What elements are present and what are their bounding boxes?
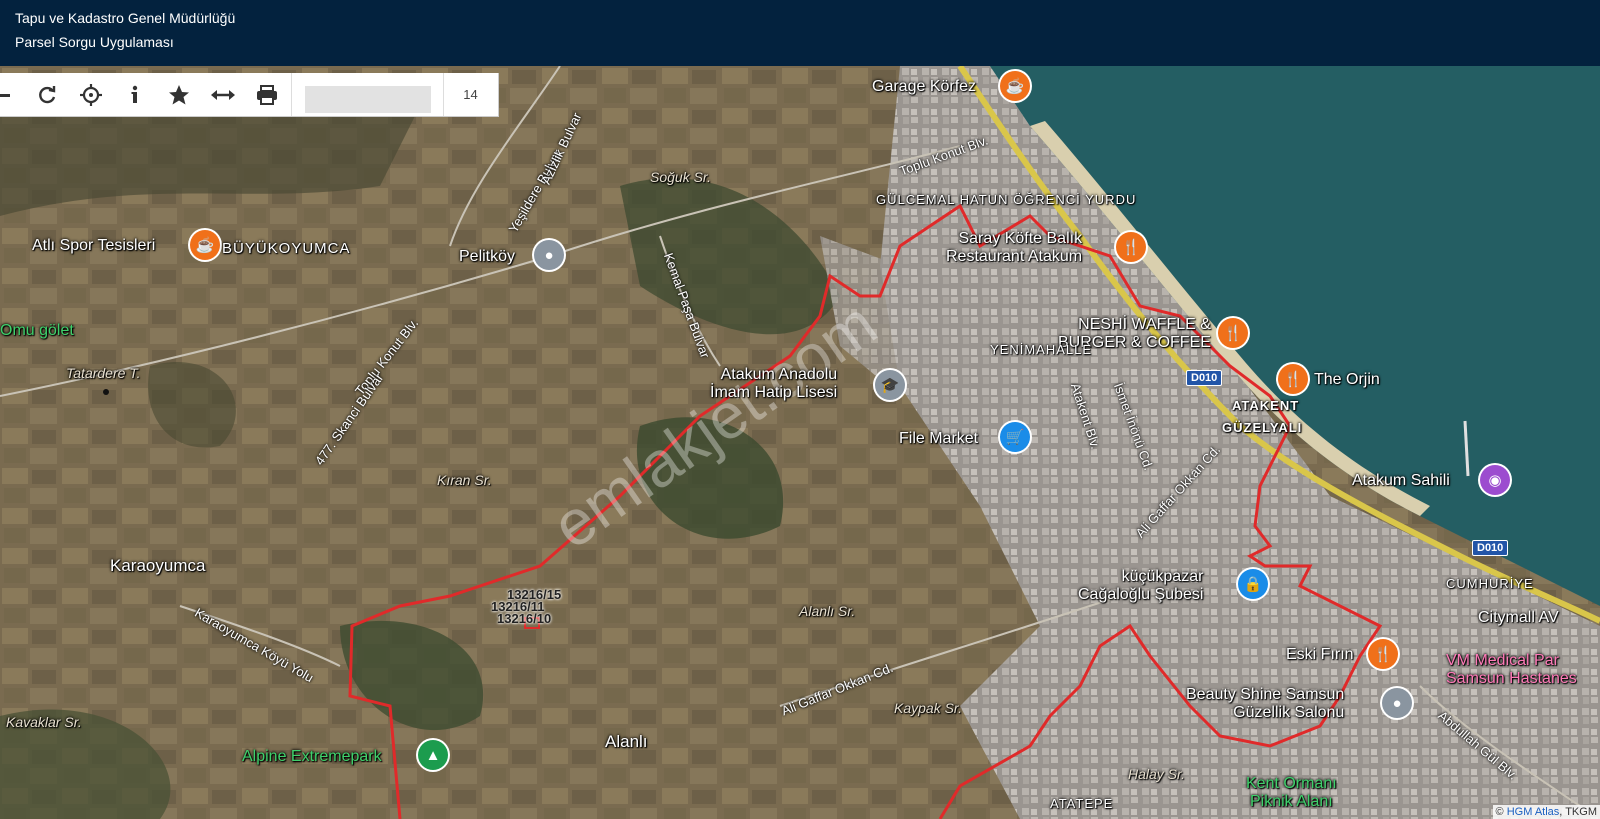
attribution-suffix: , TKGM [1559,806,1597,818]
parcel-label[interactable]: 13216/10 [497,611,551,626]
measure-icon [211,89,235,100]
map-toolbar: 14 [0,73,499,117]
refresh-icon [39,85,56,103]
place-alpine[interactable]: Alpine Extremepark [242,748,382,766]
restaurant-icon[interactable]: 🍴 [1116,232,1146,262]
place-garage-korfez[interactable]: Garage Körfez [872,78,976,96]
restaurant-icon[interactable]: 🍴 [1218,318,1248,348]
app-header: Tapu ve Kadastro Genel Müdürlüğü Parsel … [0,0,1600,66]
restaurant-icon[interactable]: 🍴 [1368,639,1398,669]
place-beauty-shine[interactable]: Beauty Shine Samsun Güzellik Salonu [1186,686,1344,722]
app-title: Tapu ve Kadastro Genel Müdürlüğü [15,10,236,26]
map-attribution: © HGM Atlas, TKGM [1492,805,1600,819]
place-citymall[interactable]: Citymall AV [1478,609,1559,627]
minus-icon [0,93,10,97]
tree-icon[interactable]: ▲ [418,740,448,770]
favorite-button[interactable] [157,73,201,116]
search-input[interactable] [305,86,431,113]
place-kaypak-sr: Kaypak Sr. [894,700,962,716]
place-halay-sr: Halay Sr. [1128,766,1186,782]
place-file-market[interactable]: File Market [899,430,978,448]
place-pelitkoy[interactable]: Pelitköy [459,248,515,266]
info-icon [131,85,138,103]
place-omu-golet[interactable]: Omu gölet [0,322,74,340]
attribution-link[interactable]: HGM Atlas [1507,806,1560,818]
print-button[interactable] [245,73,289,116]
cafe-icon[interactable]: ☕ [1000,71,1030,101]
camera-icon[interactable]: ◉ [1480,465,1510,495]
place-kavaklar-sr: Kavaklar Sr. [6,714,82,730]
place-gulcemal[interactable]: GÜLCEMAL HATUN ÖĞRENCİ YURDU [876,192,1136,207]
highway-shield: D010 [1472,540,1509,556]
attribution-prefix: © [1495,806,1504,818]
place-kucukpazar[interactable]: küçükpazar Cağaloğlu Şubesi [1078,568,1203,604]
info-button[interactable] [113,73,157,116]
place-guzelyali: GÜZELYALI [1222,420,1303,435]
app-subtitle: Parsel Sorgu Uygulaması [15,34,174,50]
place-kiran-sr: Kıran Sr. [437,472,492,488]
place-kent-ormani[interactable]: Kent Ormanı Piknik Alanı [1246,775,1337,811]
place-atakent: ATAKENT [1232,398,1300,413]
place-atli-spor[interactable]: Atlı Spor Tesisleri [32,237,155,255]
refresh-button[interactable] [25,73,69,116]
lock-icon[interactable]: 🔒 [1238,569,1268,599]
place-vm-medical[interactable]: VM Medical Par Samsun Hastanes [1446,652,1577,688]
locate-button[interactable] [69,73,113,116]
cafe-icon[interactable]: ☕ [190,230,220,260]
shopping-cart-icon[interactable]: 🛒 [1000,422,1030,452]
school-icon[interactable]: 🎓 [875,370,905,400]
print-icon [257,84,277,105]
star-icon [169,84,189,104]
place-atatepe: ATATEPE [1050,796,1114,811]
toolbar-divider [291,73,292,116]
locate-icon [80,83,102,106]
place-buyukoyumca: BÜYÜKOYUMCA [222,240,351,257]
location-pin-icon[interactable]: ● [1382,688,1412,718]
place-karaoyumca: Karaoyumca [110,556,206,575]
place-atakum-anadolu[interactable]: Atakum Anadolu İmam Hatip Lisesi [710,366,837,402]
place-saray-kofte[interactable]: Saray Köfte Balık Restaurant Atakum [946,230,1082,266]
place-alanli: Alanlı [605,732,648,751]
measure-button[interactable] [201,73,245,116]
place-soguk-sr: Soğuk Sr. [650,169,711,185]
zoom-level: 14 [463,87,478,102]
zoom-out-button[interactable] [0,73,26,116]
location-pin-icon[interactable]: ● [534,240,564,270]
place-orjin[interactable]: The Orjin [1314,371,1380,389]
place-cumhuriyet: CUMHURİYE [1446,576,1534,591]
place-eski-firin[interactable]: Eski Fırın [1286,646,1354,664]
highway-shield: D010 [1186,370,1223,386]
place-atakum-sahili[interactable]: Atakum Sahili [1352,472,1450,490]
place-alanli-sr: Alanlı Sr. [799,603,856,619]
satellite-map[interactable]: emlakjet.com Garage Körfez ☕ GÜLCEMAL HA… [0,66,1600,819]
place-yenimahalle: YENİMAHALLE [990,342,1093,357]
restaurant-icon[interactable]: 🍴 [1278,364,1308,394]
place-tatardere: Tatardere T. [66,365,141,381]
